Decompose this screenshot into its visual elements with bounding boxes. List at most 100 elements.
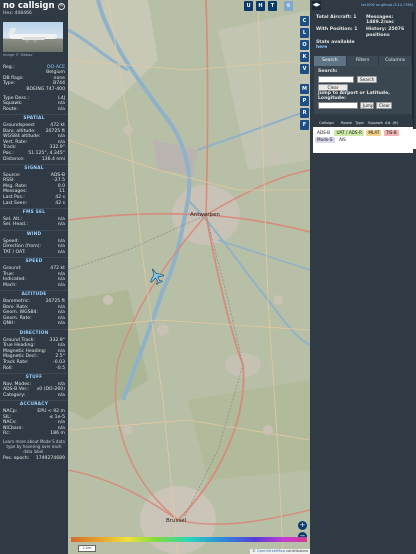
direction-list: Ground Track: 332.9° True Heading: n/a Magne… bbox=[0, 338, 68, 372]
zoom-in-button[interactable]: + bbox=[298, 521, 307, 530]
speed-list: Ground: 472 kt True: n/a Indicated: n/a Mach: n… bbox=[0, 266, 68, 288]
search-button[interactable]: Search bbox=[357, 76, 377, 84]
messages-rate: Messages: 1489.2/sec bbox=[366, 15, 416, 25]
stats-here-link[interactable]: here bbox=[316, 45, 327, 50]
col-header-altitude[interactable]: Alt. (ft) bbox=[385, 119, 413, 127]
map-button-k[interactable]: K bbox=[300, 52, 309, 62]
detail-value: n/a bbox=[57, 392, 65, 398]
col-header-type[interactable]: Type bbox=[355, 119, 368, 127]
map-label-brussel: Brussel bbox=[166, 518, 187, 524]
stats-empty bbox=[366, 40, 416, 50]
clear-jump-button[interactable]: Clear bbox=[376, 102, 392, 110]
map-button-t[interactable]: T bbox=[268, 1, 277, 11]
route-label: Route: bbox=[3, 106, 18, 112]
info-header: no callsign Hex: 448466 ✕ bbox=[0, 0, 68, 20]
toggle-sidebar-arrows-icon[interactable]: ◀▶ bbox=[312, 1, 321, 10]
attribution-suffix: contributors bbox=[285, 549, 308, 553]
type-label: Type: bbox=[3, 81, 16, 87]
col-header-route[interactable]: Route bbox=[341, 119, 355, 127]
tab-filters[interactable]: Filters bbox=[346, 56, 379, 67]
detail-label: Distance: bbox=[3, 156, 25, 162]
photo-engine bbox=[33, 40, 37, 42]
section-header-fms-sel: FMS SEL bbox=[0, 208, 68, 217]
town-area bbox=[103, 295, 113, 305]
typefull-value: BOEING 747-400 bbox=[26, 86, 65, 92]
map-button-u[interactable]: U bbox=[244, 1, 253, 11]
detail-label: Category: bbox=[3, 392, 26, 398]
selected-callsign: no callsign bbox=[3, 1, 55, 11]
search-input[interactable] bbox=[318, 76, 354, 84]
detail-value: n/a bbox=[57, 222, 65, 228]
map-button-o[interactable]: O bbox=[300, 40, 309, 50]
stuff-list: Nav. Modes: n/a ADS-B Ver.: v0 (DO-260) Cate… bbox=[0, 382, 68, 399]
close-info-button[interactable]: ✕ bbox=[58, 3, 65, 10]
map-button-v[interactable]: V bbox=[300, 64, 309, 74]
detail-label: TAT / OAT: bbox=[3, 249, 26, 255]
with-position-label: With Position: bbox=[316, 27, 353, 33]
aircraft-photo[interactable] bbox=[3, 22, 63, 52]
jump-button[interactable]: Jump bbox=[360, 102, 374, 110]
source-tisb: TIS-B bbox=[383, 130, 399, 136]
signal-list: Source: ADS-B RSSI: -27.5 Msg. Rate: 0.0 Messa… bbox=[0, 173, 68, 207]
pos-epoch-value: 1749274689 bbox=[35, 456, 65, 462]
table-header: Callsign Route Type Squawk Alt. (ft) bbox=[313, 119, 413, 128]
detail-value: 136.4 nmi bbox=[41, 156, 65, 162]
detail-value: 186 m bbox=[50, 431, 65, 437]
map-button-l[interactable]: L bbox=[300, 28, 309, 38]
tab-search[interactable]: Search bbox=[314, 56, 346, 67]
altitude-row: QNH: n/a bbox=[0, 321, 68, 327]
map-button-m[interactable]: M bbox=[300, 84, 309, 94]
source-adsb: ADS-B bbox=[315, 130, 332, 136]
altitude-color-legend bbox=[71, 537, 307, 542]
messages-value: 1489.2/sec bbox=[366, 20, 394, 26]
town-area bbox=[268, 155, 278, 165]
spatial-list: Groundspeed: 472 kt Baro. altitude: 20725 f… bbox=[0, 123, 68, 162]
col-header-callsign[interactable]: Callsign bbox=[319, 119, 341, 127]
history: History: 25076 positions bbox=[366, 27, 416, 37]
detail-value: n/a bbox=[57, 282, 65, 288]
total-aircraft-label: Total Aircraft: bbox=[316, 15, 352, 20]
wind-list: Speed: n/a Direction (from): n/a TAT / OAT: n… bbox=[0, 239, 68, 256]
detail-label: Last Seen: bbox=[3, 200, 28, 206]
map-button-r[interactable]: R bbox=[300, 108, 309, 118]
attribution-link[interactable]: OpenStreetMap bbox=[257, 549, 285, 553]
photo-credit[interactable]: Image © 'Bebos' bbox=[0, 52, 68, 62]
search-tab-content: Search: Search Clear Search Jump to Airp… bbox=[314, 66, 412, 115]
fms-sel-row: Sel. Head.: n/a bbox=[0, 222, 68, 228]
col-header-squawk[interactable]: Squawk bbox=[368, 119, 385, 127]
settings-gear-icon[interactable]: ⚙ bbox=[284, 1, 293, 11]
map-button-h[interactable]: H bbox=[256, 1, 265, 11]
detail-label: QNH: bbox=[3, 321, 16, 327]
town-area bbox=[123, 425, 133, 435]
map-tiles[interactable] bbox=[68, 0, 310, 554]
detail-label: Rc: bbox=[3, 431, 11, 437]
total-aircraft: Total Aircraft: 1 bbox=[316, 15, 366, 25]
section-header-accuracy: ACCURACY bbox=[0, 400, 68, 409]
tab-columns[interactable]: Columns bbox=[379, 56, 412, 67]
map-button-c[interactable]: C bbox=[300, 16, 309, 26]
learn-more-text: Learn more about Mode S data type by hov… bbox=[0, 437, 68, 456]
wind-row: TAT / OAT: n/a bbox=[0, 250, 68, 256]
search-label: Search: bbox=[318, 69, 338, 75]
jump-input[interactable] bbox=[318, 102, 358, 110]
stuff-row: Category: n/a bbox=[0, 393, 68, 399]
route-value: n/a bbox=[57, 106, 65, 112]
section-header-signal: SIGNAL bbox=[0, 164, 68, 173]
reg-label: Reg.: bbox=[3, 64, 15, 70]
version-link[interactable]: tar1090 on github (3.14.1766) bbox=[361, 3, 413, 9]
section-header-altitude: ALTITUDE bbox=[0, 290, 68, 299]
pos-epoch-label: Pos. epoch: bbox=[3, 456, 30, 462]
signal-row: Last Seen: 42 s bbox=[0, 201, 68, 207]
section-header-wind: WIND bbox=[0, 230, 68, 239]
map-button-p[interactable]: P bbox=[300, 96, 309, 106]
right-panel-topbar: ◀▶ tar1090 on github (3.14.1766) bbox=[310, 0, 416, 11]
aircraft-list-panel: ◀▶ tar1090 on github (3.14.1766) Total A… bbox=[310, 0, 416, 554]
detail-value: n/a bbox=[57, 321, 65, 327]
town-area bbox=[123, 125, 133, 135]
map-button-f[interactable]: F bbox=[300, 120, 309, 130]
stats-block: Total Aircraft: 1 Messages: 1489.2/sec Wi… bbox=[310, 11, 416, 50]
detail-row-pos-epoch: Pos. epoch: 1749274689 bbox=[0, 456, 68, 462]
town-area bbox=[263, 425, 273, 435]
spatial-row: Distance: 136.4 nmi bbox=[0, 157, 68, 163]
map-canvas[interactable]: Antwerpen Brussel U H T ⚙ C L O K V M P … bbox=[68, 0, 310, 554]
